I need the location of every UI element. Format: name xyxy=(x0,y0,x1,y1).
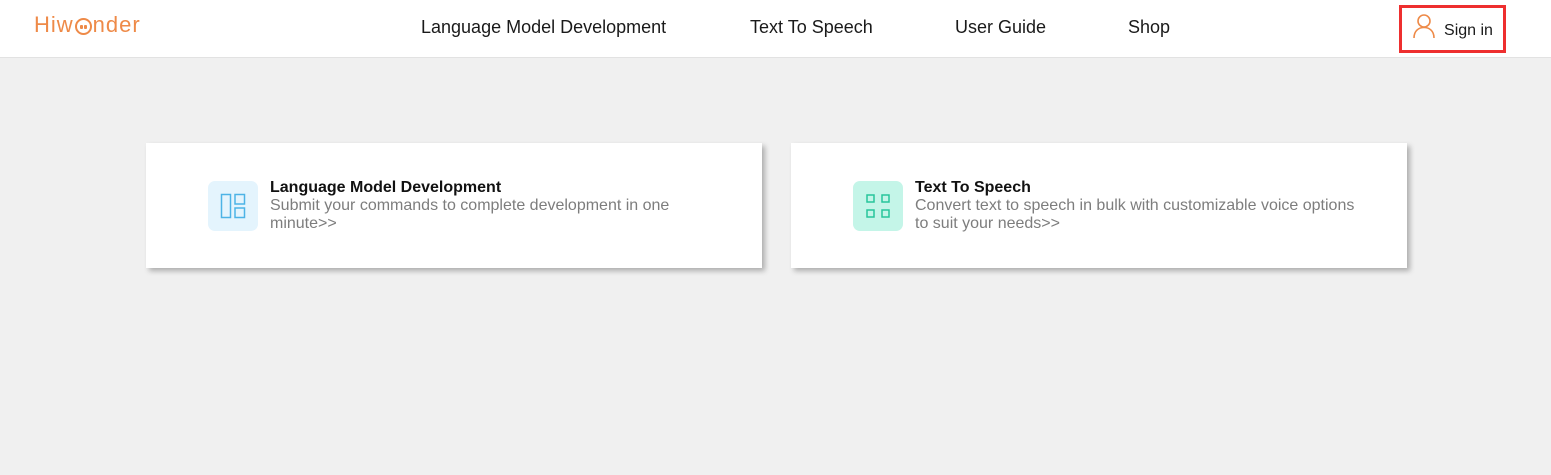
card-text-to-speech[interactable]: Text To Speech Convert text to speech in… xyxy=(791,143,1407,268)
sign-in-button[interactable]: Sign in xyxy=(1399,5,1506,53)
nav-user-guide[interactable]: User Guide xyxy=(955,17,1046,38)
card-language-model-development[interactable]: Language Model Development Submit your c… xyxy=(146,143,762,268)
top-header: Hiw nder Language Model Development Text … xyxy=(0,0,1551,58)
nav-text-to-speech[interactable]: Text To Speech xyxy=(750,17,873,38)
card-text: Language Model Development Submit your c… xyxy=(270,179,720,233)
nav-shop[interactable]: Shop xyxy=(1128,17,1170,38)
sign-in-label: Sign in xyxy=(1444,22,1493,39)
layout-panels-icon xyxy=(208,181,258,231)
main-nav: Language Model Development Text To Speec… xyxy=(0,0,1551,58)
card-text: Text To Speech Convert text to speech in… xyxy=(915,179,1365,233)
grid-icon xyxy=(853,181,903,231)
nav-language-model-development[interactable]: Language Model Development xyxy=(421,17,666,38)
card-title: Text To Speech xyxy=(915,179,1031,196)
card-description: Convert text to speech in bulk with cust… xyxy=(915,197,1355,232)
user-icon xyxy=(1413,14,1435,39)
card-title: Language Model Development xyxy=(270,179,502,196)
card-description: Submit your commands to complete develop… xyxy=(270,197,670,232)
